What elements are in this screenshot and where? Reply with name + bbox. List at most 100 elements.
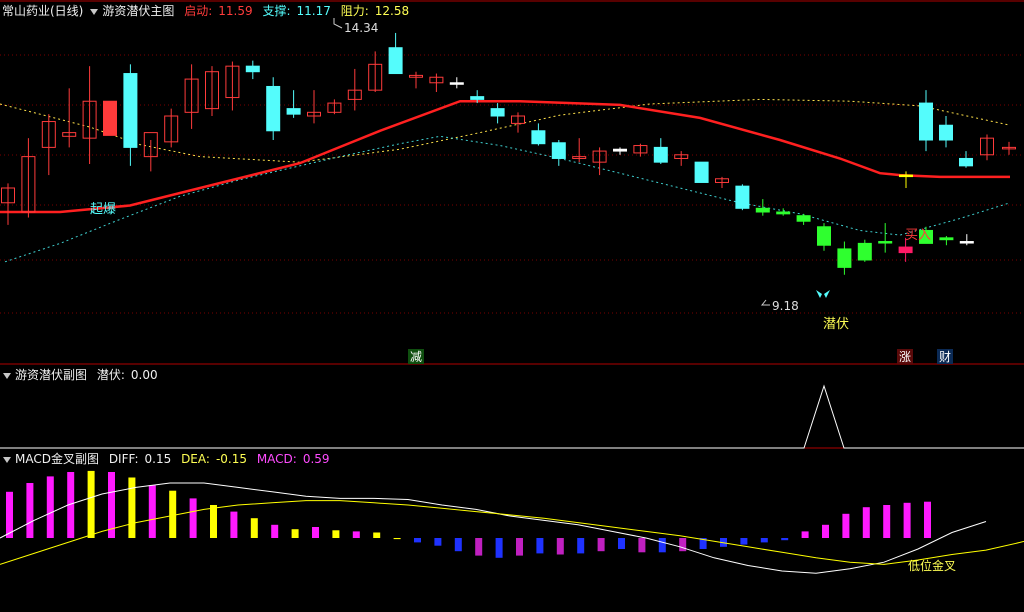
candle-body xyxy=(837,248,852,268)
macd-bar xyxy=(210,505,217,538)
macd-bar xyxy=(414,538,421,543)
dea-label: DEA: xyxy=(181,452,210,466)
candle-body xyxy=(755,207,770,213)
candle-body xyxy=(103,100,117,136)
macd-bar xyxy=(618,538,625,549)
zuli-label: 阻力: xyxy=(340,4,369,18)
main-header: 常山药业(日线) 游资潜伏主图 启动: 11.59 支撑: 11.17 阻力: 12.5… xyxy=(2,2,415,20)
macd-bar xyxy=(128,477,136,538)
candle-body xyxy=(490,108,505,117)
main-annotations: 14.34 9.18 起爆潜伏 买入减 涨 财 xyxy=(90,18,953,364)
stock-name[interactable]: 常山药业(日线) xyxy=(2,4,83,18)
macd-bar xyxy=(638,538,646,553)
candle-body xyxy=(898,246,913,254)
macd-bar xyxy=(862,507,870,538)
dropdown-triangle-icon[interactable] xyxy=(90,8,99,15)
macd-bar xyxy=(87,470,95,538)
chart-canvas[interactable]: 14.34 9.18 起爆潜伏 买入减 涨 财 低位金叉 xyxy=(0,0,1024,612)
zhicheng-label: 支撑: xyxy=(262,4,291,18)
candle-body xyxy=(959,241,974,244)
macd-bar xyxy=(475,538,483,556)
butterfly-icon xyxy=(816,290,830,298)
candle-body xyxy=(388,47,403,75)
mairu-label: 买入 xyxy=(905,228,931,243)
macd-bar xyxy=(740,538,748,545)
macd-bar xyxy=(393,538,401,540)
jian-badge: 减 xyxy=(410,350,422,364)
main-indicator-lines xyxy=(0,98,1011,263)
macd-bar xyxy=(373,532,381,538)
cai-badge: 财 xyxy=(939,350,951,364)
macd-bar xyxy=(230,511,238,538)
zhang-badge: 涨 xyxy=(899,349,911,364)
macd-bar xyxy=(312,527,319,538)
macd-bar xyxy=(26,483,34,538)
macd-bar xyxy=(271,524,279,538)
macd-bar xyxy=(822,524,829,538)
macd-bar xyxy=(658,538,666,553)
diff-label: DIFF: xyxy=(108,452,139,466)
candle-body xyxy=(776,211,791,215)
candle-body xyxy=(878,241,893,244)
macd-bar xyxy=(454,538,462,552)
candle-body xyxy=(735,185,750,209)
candle-body xyxy=(613,148,627,152)
candlestick-series xyxy=(1,32,1016,275)
macd-label: MACD: xyxy=(256,452,297,466)
candle-body xyxy=(939,237,954,241)
candle-body xyxy=(817,226,831,246)
macd-bar xyxy=(883,505,891,538)
candle-body xyxy=(653,146,668,163)
macd-bar xyxy=(516,538,523,556)
sub-indicator-plot xyxy=(0,384,1024,449)
candle-body xyxy=(899,174,913,178)
macd-bar xyxy=(781,538,789,541)
qibao-label: 起爆 xyxy=(90,202,116,217)
macd-bar xyxy=(495,538,503,558)
macd-bar xyxy=(536,538,544,554)
candle-body xyxy=(123,73,138,148)
candle-body xyxy=(959,157,973,167)
macd-bar xyxy=(903,502,911,538)
macd-bar xyxy=(556,538,564,555)
dropdown-triangle-icon[interactable] xyxy=(3,372,11,379)
candle-body xyxy=(245,65,260,73)
high-price-label: 14.34 xyxy=(344,21,378,35)
candle-body xyxy=(286,108,301,115)
indicator-name[interactable]: 游资潜伏主图 xyxy=(102,4,174,18)
candle-body xyxy=(939,124,953,141)
qianfu-line xyxy=(0,384,1024,449)
macd-bar xyxy=(434,538,442,546)
candle-body xyxy=(470,96,485,100)
macd-bar xyxy=(189,498,197,538)
candle-body xyxy=(857,242,872,261)
qianfu-label: 潜伏: xyxy=(96,368,125,382)
low-price-label: 9.18 xyxy=(772,299,799,313)
diff-value: 0.15 xyxy=(144,452,172,466)
macd-bar xyxy=(924,501,931,538)
qianfu-value: 0.00 xyxy=(130,368,158,382)
yellow-dotted-line xyxy=(0,98,1011,163)
dea-value: -0.15 xyxy=(215,452,247,466)
candle-body xyxy=(449,82,464,85)
qidong-value: 11.59 xyxy=(218,4,253,18)
macd-bar xyxy=(250,518,258,538)
candle-body xyxy=(796,215,811,222)
qidong-label: 启动: xyxy=(184,4,213,18)
macd-bar xyxy=(169,490,177,538)
macd-bar xyxy=(597,538,605,552)
macd-bar xyxy=(577,538,585,554)
candle-body xyxy=(266,85,281,132)
dropdown-triangle-icon[interactable] xyxy=(3,456,11,463)
macd-bar xyxy=(352,531,360,538)
macd-bar xyxy=(679,538,687,552)
macd-bar xyxy=(148,485,156,538)
sub-title[interactable]: 游资潜伏副图 xyxy=(15,368,87,382)
macd-title[interactable]: MACD金叉副图 xyxy=(15,452,99,466)
candle-body xyxy=(694,161,709,183)
macd-bar xyxy=(46,476,54,538)
macd-header: MACD金叉副图 DIFF: 0.15 DEA: -0.15 MACD: 0.59 xyxy=(2,450,336,468)
macd-bar xyxy=(6,491,13,538)
macd-bar xyxy=(291,529,299,538)
sub-header: 游资潜伏副图 潜伏: 0.00 xyxy=(2,366,164,384)
